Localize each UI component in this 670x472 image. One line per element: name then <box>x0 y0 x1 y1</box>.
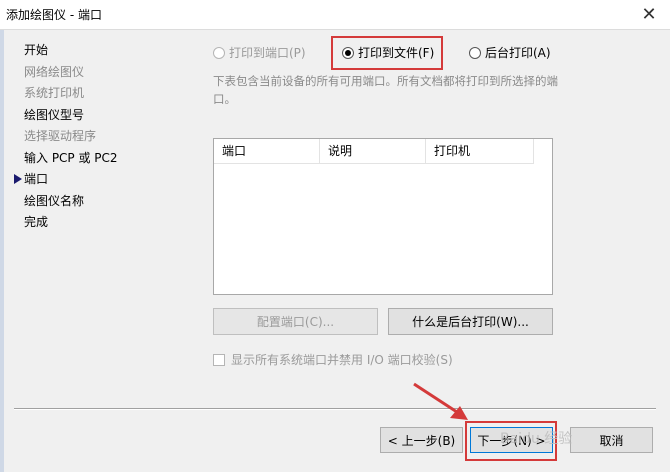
background-window-edge <box>0 30 4 472</box>
step-network-plotter: 网络绘图仪 <box>24 64 85 79</box>
configure-port-button[interactable]: 配置端口(C)... <box>213 308 378 335</box>
step-plotter-model: 绘图仪型号 <box>24 107 85 122</box>
close-icon[interactable]: ✕ <box>636 2 662 26</box>
radio-off-icon <box>213 46 225 59</box>
ports-table[interactable]: 端口 说明 打印机 <box>213 138 553 295</box>
column-header-port[interactable]: 端口 <box>214 139 320 163</box>
show-all-ports-checkbox[interactable]: 显示所有系统端口并禁用 I/O 端口校验(S) <box>213 351 453 368</box>
current-step-marker-icon <box>14 174 22 184</box>
ports-description: 下表包含当前设备的所有可用端口。所有文档都将打印到所选择的端口。 <box>213 74 558 106</box>
radio-plot-to-port[interactable]: 打印到端口(P) <box>213 44 306 61</box>
radio-background-plot[interactable]: 后台打印(A) <box>469 44 551 61</box>
radio-off-icon <box>469 46 481 59</box>
watermark: Baidu 经验 <box>500 431 573 447</box>
wizard-steps: 开始 网络绘图仪 系统打印机 绘图仪型号 选择驱动程序 输入 PCP 或 PC2… <box>14 40 118 234</box>
column-header-printer[interactable]: 打印机 <box>426 139 534 163</box>
step-import-pcp: 输入 PCP 或 PC2 <box>24 150 118 165</box>
step-system-printer: 系统打印机 <box>24 86 85 100</box>
column-header-description[interactable]: 说明 <box>320 139 426 163</box>
checkbox-icon <box>213 353 225 366</box>
cancel-button[interactable]: 取消 <box>570 427 653 453</box>
step-finish: 完成 <box>24 215 49 229</box>
step-start: 开始 <box>24 43 49 57</box>
window-title: 添加绘图仪 - 端口 <box>6 8 102 22</box>
title-bar: 添加绘图仪 - 端口 ✕ <box>0 0 670 30</box>
highlight-box-file-option <box>331 36 443 70</box>
step-select-driver: 选择驱动程序 <box>24 129 97 143</box>
step-plotter-name: 绘图仪名称 <box>24 193 85 208</box>
step-ports: 端口 <box>14 169 118 191</box>
footer-separator <box>14 408 656 410</box>
what-is-background-plot-button[interactable]: 什么是后台打印(W)... <box>388 308 553 335</box>
back-button[interactable]: < 上一步(B) <box>380 427 463 453</box>
table-header: 端口 说明 打印机 <box>214 139 534 164</box>
annotation-arrow-icon <box>413 382 468 420</box>
